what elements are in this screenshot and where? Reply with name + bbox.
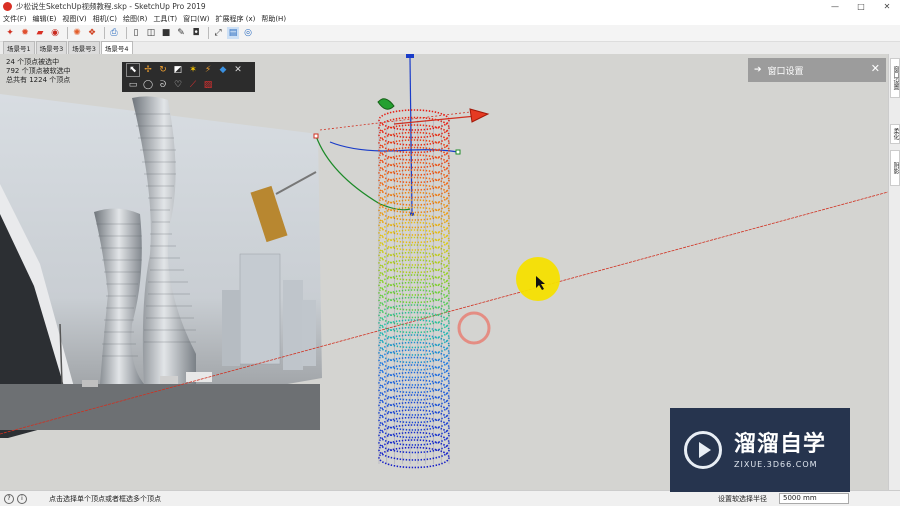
toolbar-divider xyxy=(208,27,209,39)
status-bar: ? i 点击选择单个顶点或者框选多个顶点 设置软选择半径 5000 mm xyxy=(0,490,900,506)
menu-window[interactable]: 窗口(W) xyxy=(183,14,209,24)
panel-title: 窗口设置 xyxy=(767,66,804,77)
expand-arrow-icon[interactable]: ➔ xyxy=(754,65,762,75)
menu-bar: 文件(F) 编辑(E) 视图(V) 相机(C) 绘图(R) 工具(T) 窗口(W… xyxy=(0,13,900,25)
pencil-icon[interactable]: ✎ xyxy=(175,27,187,39)
box-icon[interactable]: ◫ xyxy=(145,27,157,39)
move-icon[interactable]: ✢ xyxy=(141,63,155,77)
menu-extensions[interactable]: 扩展程序 (x) xyxy=(215,14,255,24)
vertex-tools-toolbar: ⬉ ✢ ↻ ◩ ✶ ⚡ ◆ ✕ ▭ ◯ ᘐ ♡ ⟋ ▨ xyxy=(122,62,255,92)
rect-select-icon[interactable]: ▭ xyxy=(126,78,140,92)
watermark-logo: 溜溜自学 ZIXUE.3D66.COM xyxy=(670,408,850,492)
circle-select-icon[interactable]: ◯ xyxy=(141,78,155,92)
tray-tab-shadow[interactable]: 阴影 xyxy=(890,150,900,186)
tab-scene-3[interactable]: 场景号3 xyxy=(68,41,100,54)
menu-view[interactable]: 视图(V) xyxy=(62,14,86,24)
paint-select-icon[interactable]: ♡ xyxy=(171,78,185,92)
info-icon[interactable]: ? xyxy=(4,493,14,504)
user-icon[interactable]: i xyxy=(17,493,27,504)
tray-tab-window-settings[interactable]: 窗口设置 xyxy=(890,58,900,98)
watermark-subtitle: ZIXUE.3D66.COM xyxy=(734,459,818,469)
print-icon[interactable]: ⎙ xyxy=(108,27,120,39)
select-arrow-icon[interactable]: ⬉ xyxy=(126,63,140,77)
menu-file[interactable]: 文件(F) xyxy=(3,14,27,24)
soft-selection-cylinder[interactable] xyxy=(378,109,450,469)
toolbar-divider xyxy=(126,27,127,39)
soft-select-icon[interactable]: ✶ xyxy=(186,63,200,77)
warehouse-icon[interactable]: ◉ xyxy=(49,27,61,39)
measurements-input[interactable]: 5000 mm xyxy=(779,493,849,504)
watermark-title: 溜溜自学 xyxy=(734,431,827,457)
pin-icon[interactable]: ⟋ xyxy=(186,78,200,92)
soft-select-tool-icon[interactable]: ◎ xyxy=(242,27,254,39)
gear-icon[interactable]: ✺ xyxy=(71,27,83,39)
lasso-icon[interactable]: ᘐ xyxy=(156,78,170,92)
maximize-button[interactable]: □ xyxy=(848,0,874,13)
tab-scene-2[interactable]: 场景号3 xyxy=(35,41,68,54)
main-toolbar: ✦ ✹ ▰ ◉ ✺ ❖ ⎙ ▯ ◫ ■ ✎ ◘ ⤢ ▤ ◎ xyxy=(0,25,900,42)
toolbar-divider xyxy=(67,27,68,39)
menu-draw[interactable]: 绘图(R) xyxy=(123,14,147,24)
panel-close-icon[interactable]: ✕ xyxy=(871,62,880,75)
eraser-icon[interactable]: ✹ xyxy=(19,27,31,39)
paint-icon[interactable]: ▰ xyxy=(34,27,46,39)
sandbox-icon[interactable]: ◘ xyxy=(190,27,202,39)
tray-tab-soften[interactable]: 柔化 xyxy=(890,124,900,144)
title-bar: 少松说生SketchUp视频教程.skp - SketchUp Pro 2019… xyxy=(0,0,900,13)
photo-texture-plane xyxy=(0,94,322,438)
window-controls: — □ ✕ xyxy=(822,0,900,13)
status-hint: 点击选择单个顶点或者框选多个顶点 xyxy=(49,494,161,503)
zoom-icon[interactable]: ▤ xyxy=(227,27,239,39)
scale-icon[interactable]: ◩ xyxy=(171,63,185,77)
move-icon[interactable]: ⤢ xyxy=(212,27,224,39)
rotate-icon[interactable]: ↻ xyxy=(156,63,170,77)
menu-camera[interactable]: 相机(C) xyxy=(93,14,117,24)
soft-selected-vertices-count: 792 个顶点被软选中 xyxy=(6,67,71,75)
sketchup-app-icon xyxy=(3,2,12,11)
transform-gizmo[interactable] xyxy=(313,54,490,216)
radius-ring-indicator xyxy=(457,311,491,345)
measurements-label: 设置软选择半径 xyxy=(718,495,767,503)
menu-help[interactable]: 帮助(H) xyxy=(261,14,286,24)
front-icon[interactable]: ■ xyxy=(160,27,172,39)
play-logo-icon xyxy=(684,431,722,469)
selection-stats: 24 个顶点被选中 792 个顶点被软选中 总共有 1224 个顶点 xyxy=(6,58,71,85)
window-title: 少松说生SketchUp视频教程.skp - SketchUp Pro 2019 xyxy=(16,2,206,11)
scene-tabs: 场景号1 场景号3 场景号3 场景号4 xyxy=(0,41,900,54)
total-vertices-count: 总共有 1224 个顶点 xyxy=(6,76,71,84)
magic-wand-icon[interactable]: ⚡ xyxy=(201,63,215,77)
window-settings-panel-header[interactable]: ➔ 窗口设置 ✕ xyxy=(748,58,886,82)
component-icon[interactable]: ❖ xyxy=(86,27,98,39)
selected-vertices-count: 24 个顶点被选中 xyxy=(6,58,60,66)
select-icon[interactable]: ✦ xyxy=(4,27,16,39)
sculpt-icon[interactable]: ◆ xyxy=(216,63,230,77)
minimize-button[interactable]: — xyxy=(822,0,848,13)
menu-edit[interactable]: 编辑(E) xyxy=(33,14,57,24)
mesh-ring xyxy=(378,446,450,469)
clear-icon[interactable]: ▨ xyxy=(201,78,215,92)
tab-scene-1[interactable]: 场景号1 xyxy=(3,41,35,54)
menu-tools[interactable]: 工具(T) xyxy=(153,14,177,24)
close-button[interactable]: ✕ xyxy=(874,0,900,13)
split-icon[interactable]: ✕ xyxy=(231,63,245,77)
tab-scene-4[interactable]: 场景号4 xyxy=(100,41,133,54)
toolbar-divider xyxy=(104,27,105,39)
rotation-guide-line xyxy=(319,111,471,131)
side-tray: 窗口设置 柔化 阴影 xyxy=(888,54,900,490)
view-icon[interactable]: ▯ xyxy=(130,27,142,39)
